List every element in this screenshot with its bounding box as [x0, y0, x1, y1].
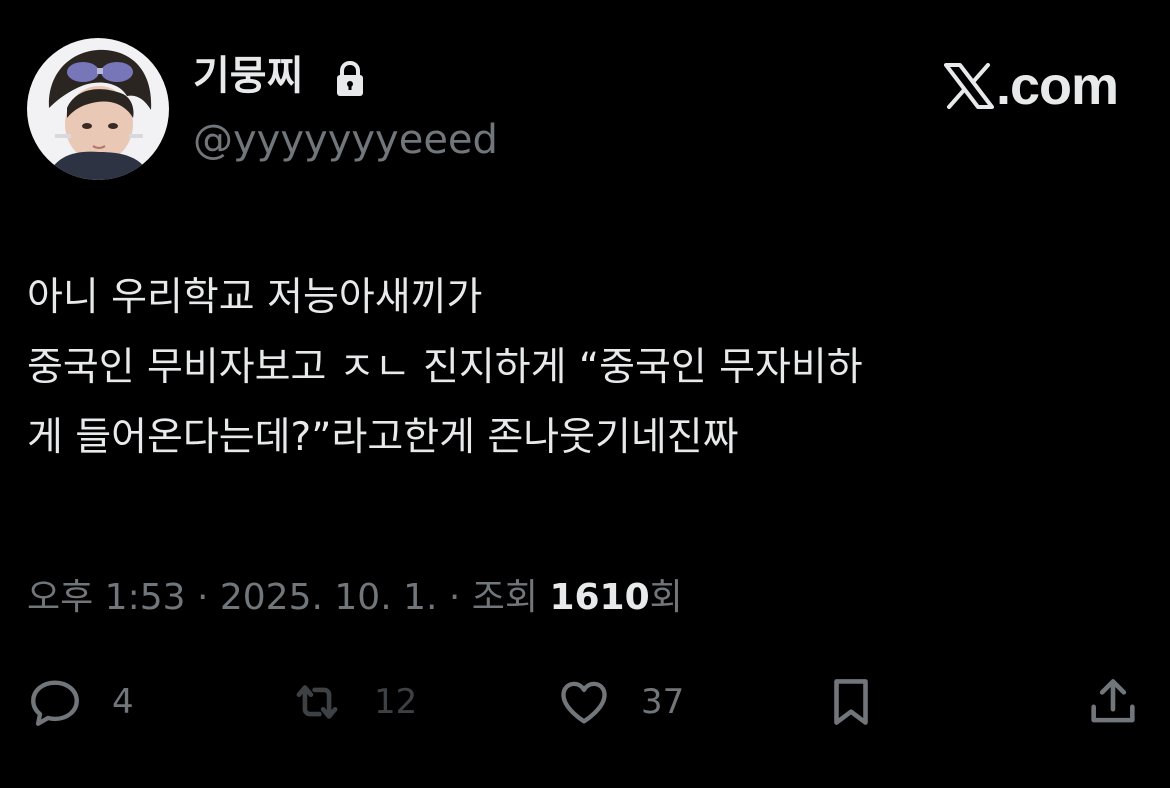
retweet-button[interactable]: 12	[288, 670, 417, 734]
reply-icon	[31, 680, 79, 726]
brand-domain-text: .com	[995, 56, 1119, 116]
retweet-icon	[296, 685, 338, 719]
views-prefix: 조회	[471, 577, 550, 618]
meta-separator: ·	[437, 577, 472, 618]
bookmark-icon	[834, 679, 868, 725]
tweet-text-line: 게 들어온다는데?”라고한게 존나웃기네진짜	[27, 415, 739, 460]
like-button[interactable]: 37	[555, 670, 684, 734]
x-brand-logo: .com	[943, 54, 1119, 118]
heart-icon	[561, 681, 607, 724]
share-icon	[1091, 679, 1135, 723]
tweet-text-line: 중국인 무비자보고 ㅈㄴ 진지하게 “중국인 무자비하	[27, 345, 863, 390]
avatar[interactable]	[27, 38, 169, 180]
x-logo-icon	[943, 63, 994, 109]
reply-count: 4	[112, 682, 134, 722]
views-count: 1610	[549, 577, 650, 618]
tweet-meta: 오후 1:53 · 2025. 10. 1. · 조회 1610회	[27, 570, 683, 626]
lock-icon	[333, 60, 367, 98]
meta-separator: ·	[185, 577, 220, 618]
bookmark-button[interactable]	[822, 670, 880, 734]
avatar-image	[27, 38, 169, 180]
tweet-text: 아니 우리학교 저능아새끼가 중국인 무비자보고 ㅈㄴ 진지하게 “중국인 무자…	[27, 263, 1127, 473]
share-button[interactable]	[1084, 670, 1142, 734]
like-count: 37	[641, 682, 685, 722]
reply-button[interactable]: 4	[26, 670, 134, 734]
tweet-time[interactable]: 오후 1:53	[27, 577, 186, 618]
tweet-action-bar: 4 12 37	[0, 670, 1170, 734]
retweet-count: 12	[374, 682, 418, 722]
author-handle[interactable]: @yyyyyyyeeed	[193, 112, 498, 168]
views-suffix: 회	[649, 577, 683, 618]
tweet-text-line: 아니 우리학교 저능아새끼가	[27, 275, 483, 320]
tweet-date[interactable]: 2025. 10. 1.	[220, 577, 438, 618]
author-display-name[interactable]: 기뭉찌	[193, 48, 303, 104]
